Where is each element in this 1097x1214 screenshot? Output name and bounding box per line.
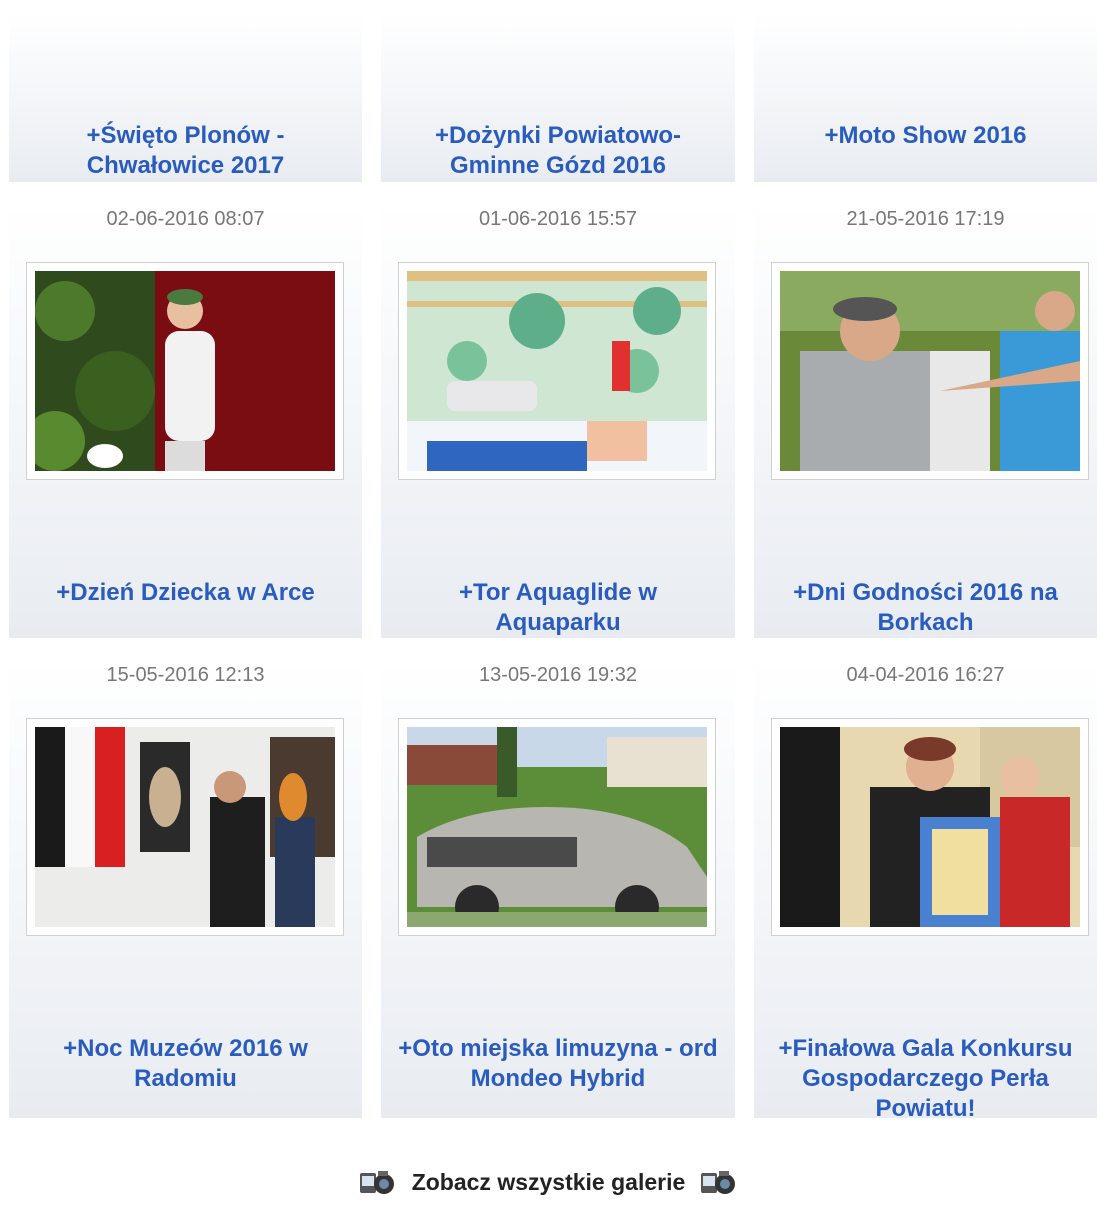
gallery-title-link[interactable]: +Dzień Dziecka w Arce — [9, 578, 362, 608]
gallery-thumbnail[interactable] — [771, 262, 1089, 480]
gallery-card: 01-06-2016 15:57 +Tor Aquaglide w Aquapa… — [381, 202, 735, 638]
gallery-card: +Moto Show 2016 — [754, 12, 1097, 182]
gallery-card: 15-05-2016 12:13 +Noc Muzeów 2016 w Rado… — [9, 658, 362, 1118]
gallery-thumbnail[interactable] — [771, 718, 1089, 936]
gallery-card: 21-05-2016 17:19 +Dni Godności 2016 na B… — [754, 202, 1097, 638]
gallery-thumbnail[interactable] — [398, 718, 716, 936]
photo-crowd — [780, 271, 1080, 471]
gallery-title-link[interactable]: +Oto miejska limuzyna - ord Mondeo Hybri… — [381, 1034, 735, 1094]
gallery-title-link[interactable]: +Tor Aquaglide w Aquaparku — [381, 578, 735, 638]
photo-boy-bubbles — [25, 271, 335, 471]
gallery-date: 21-05-2016 17:19 — [846, 208, 1005, 230]
gallery-title-link[interactable]: +Święto Plonów - Chwałowice 2017 — [9, 121, 362, 181]
gallery-card: 04-04-2016 16:27 +Finałowa Gala Konkursu… — [754, 658, 1097, 1122]
gallery-thumbnail[interactable] — [398, 262, 716, 480]
camera-icon — [359, 1171, 394, 1194]
camera-icon — [701, 1171, 736, 1194]
photo-aquapark — [407, 271, 707, 471]
gallery-card: +Dożynki Powiatowo-Gminne Gózd 2016 — [381, 12, 735, 182]
gallery-thumbnail[interactable] — [25, 262, 344, 480]
gallery-title-link[interactable]: +Dni Godności 2016 na Borkach — [754, 578, 1097, 638]
gallery-card: +Święto Plonów - Chwałowice 2017 — [9, 12, 362, 182]
all-galleries-link-bar: Zobacz wszystkie galerie — [0, 1160, 1097, 1204]
photo-museum — [35, 727, 335, 927]
photo-car — [407, 727, 707, 929]
gallery-date: 01-06-2016 15:57 — [479, 208, 637, 230]
gallery-card: 02-06-2016 08:07 +Dzień Dziecka w Arce — [9, 202, 362, 638]
photo-award — [780, 727, 1080, 927]
gallery-date: 13-05-2016 19:32 — [479, 664, 637, 686]
gallery-date: 15-05-2016 12:13 — [106, 664, 265, 686]
gallery-date: 02-06-2016 08:07 — [106, 208, 265, 230]
all-galleries-link[interactable]: Zobacz wszystkie galerie — [412, 1169, 686, 1196]
gallery-card: 13-05-2016 19:32 +Oto miejska limuzyna -… — [381, 658, 735, 1118]
gallery-date: 04-04-2016 16:27 — [846, 664, 1005, 686]
gallery-thumbnail[interactable] — [26, 718, 344, 936]
gallery-title-link[interactable]: +Dożynki Powiatowo-Gminne Gózd 2016 — [381, 121, 735, 181]
gallery-title-link[interactable]: +Moto Show 2016 — [754, 121, 1097, 151]
gallery-title-link[interactable]: +Noc Muzeów 2016 w Radomiu — [9, 1034, 362, 1094]
gallery-title-link[interactable]: +Finałowa Gala Konkursu Gospodarczego Pe… — [754, 1034, 1097, 1124]
